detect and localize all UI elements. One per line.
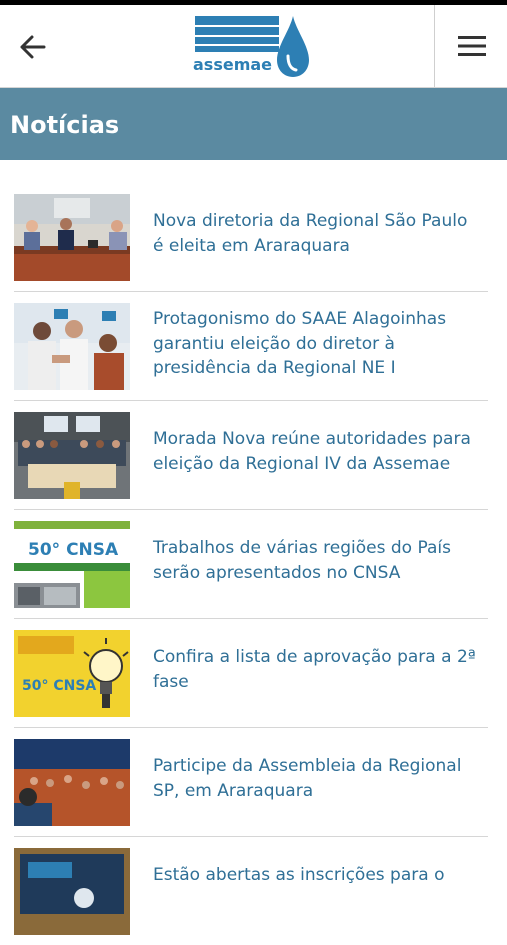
news-thumbnail[interactable] [14,194,130,281]
assemae-logo[interactable]: assemae [193,16,311,78]
hamburger-menu-icon [458,36,486,56]
menu-area [434,5,507,87]
news-item[interactable]: Participe da Assembleia da Regional SP, … [14,727,488,837]
news-item[interactable]: Estão abertas as inscrições para o [14,836,488,945]
cnsa-badge-text: 50° CNSA [28,540,119,560]
news-title[interactable]: Estão abertas as inscrições para o [153,863,483,888]
presentation-screen-photo [14,848,130,935]
news-title[interactable]: Nova diretoria da Regional São Paulo é e… [153,209,483,258]
news-item[interactable]: Protagonismo do SAAE Alagoinhas garantiu… [14,291,488,401]
news-item[interactable]: 50° CNSA Confira a lista de aprovação pa… [14,618,488,728]
back-button[interactable] [14,29,50,65]
news-title[interactable]: Morada Nova reúne autoridades para eleiç… [153,427,483,476]
app-header: assemae [0,5,507,88]
page-title: Notícias [10,111,120,139]
menu-button[interactable] [456,32,488,60]
logo-wordmark: assemae [193,55,273,74]
news-item[interactable]: Nova diretoria da Regional São Paulo é e… [14,182,488,292]
news-thumbnail[interactable] [14,412,130,499]
news-title[interactable]: Participe da Assembleia da Regional SP, … [153,754,483,803]
handshake-photo [14,303,130,390]
news-title[interactable]: Trabalhos de várias regiões do País serã… [153,536,483,585]
news-thumbnail[interactable] [14,303,130,390]
group-event-photo [14,412,130,499]
news-title[interactable]: Confira a lista de aprovação para a 2ª f… [153,645,483,694]
news-thumbnail[interactable] [14,739,130,826]
section-header: Notícias [0,88,507,160]
news-item[interactable]: Morada Nova reúne autoridades para eleiç… [14,400,488,510]
auditorium-photo [14,739,130,826]
news-thumbnail[interactable]: 50° CNSA [14,521,130,608]
news-thumbnail[interactable] [14,848,130,935]
cnsa-badge-text: 50° CNSA [22,678,96,694]
award-lightbulb-image: 50° CNSA [14,630,130,717]
arrow-left-icon [20,35,46,59]
news-title[interactable]: Protagonismo do SAAE Alagoinhas garantiu… [153,307,483,381]
news-item[interactable]: 50° CNSA Trabalhos de várias regiões do … [14,509,488,619]
cnsa-banner-image: 50° CNSA [14,521,130,608]
news-thumbnail[interactable]: 50° CNSA [14,630,130,717]
meeting-table-photo [14,194,130,281]
